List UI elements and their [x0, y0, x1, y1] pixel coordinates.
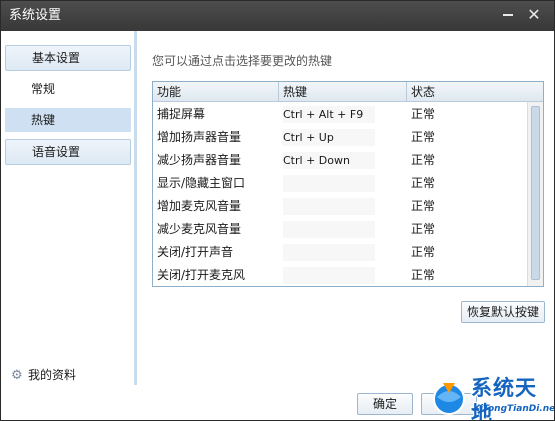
hotkey-field[interactable]: Ctrl + Up — [283, 129, 375, 146]
table-row[interactable]: 关闭/打开麦克风 正常 — [153, 264, 527, 286]
row-status: 正常 — [411, 107, 436, 121]
row-function: 增加扬声器音量 — [157, 130, 242, 144]
column-header-hotkey[interactable]: 热键 — [279, 82, 407, 102]
hotkey-field[interactable] — [283, 221, 375, 238]
row-function: 关闭/打开麦克风 — [157, 268, 246, 282]
hotkey-field[interactable] — [283, 267, 375, 284]
row-hotkey[interactable]: Ctrl + Alt + F9 — [279, 103, 375, 126]
hotkey-field[interactable] — [283, 198, 375, 215]
table-row[interactable]: 减少麦克风音量 正常 — [153, 218, 527, 241]
hint-text: 您可以通过点击选择要更改的热键 — [152, 54, 333, 68]
row-hotkey[interactable] — [279, 218, 375, 241]
row-status: 正常 — [411, 153, 436, 167]
table-row[interactable]: 减少扬声器音量 Ctrl + Down 正常 — [153, 149, 527, 172]
column-header-function[interactable]: 功能 — [153, 82, 279, 102]
table-row[interactable]: 关闭/打开声音 正常 — [153, 241, 527, 264]
table-scrollbar[interactable] — [527, 102, 543, 286]
hotkey-field[interactable] — [283, 175, 375, 192]
minimize-icon — [503, 14, 513, 16]
window-title: 系统设置 — [9, 8, 62, 23]
row-function: 捕捉屏幕 — [157, 107, 206, 121]
hotkey-panel: 您可以通过点击选择要更改的热键 功能 热键 状态 捕捉屏幕 Ctrl + Alt… — [140, 31, 554, 385]
watermark-subtext: XiTongTianDi.net — [473, 404, 555, 414]
row-hotkey[interactable] — [279, 172, 375, 195]
row-hotkey[interactable]: Ctrl + Up — [279, 126, 375, 149]
my-profile-label: 我的资料 — [28, 368, 77, 382]
row-function: 减少麦克风音量 — [157, 222, 242, 236]
sidebar-item-general[interactable]: 常规 — [5, 77, 131, 101]
restore-defaults-button[interactable]: 恢复默认按键 — [461, 301, 545, 323]
column-header-status[interactable]: 状态 — [407, 82, 527, 102]
table-row[interactable]: 增加麦克风音量 正常 — [153, 195, 527, 218]
settings-window: 系统设置 ✕ 基本设置 常规 热键 语音设置 ⚙ 我的资料 您可以通过点击选择要更… — [0, 0, 555, 421]
row-status: 正常 — [411, 130, 436, 144]
table-row[interactable]: 增加扬声器音量 Ctrl + Up 正常 — [153, 126, 527, 149]
row-status: 正常 — [411, 222, 436, 236]
hotkey-table: 功能 热键 状态 捕捉屏幕 Ctrl + Alt + F9 正常 增加扬声器音量… — [152, 81, 544, 287]
sidebar-item-hotkeys[interactable]: 热键 — [5, 108, 131, 132]
watermark-globe-icon — [433, 383, 465, 415]
row-function: 关闭/打开声音 — [157, 245, 234, 259]
row-hotkey[interactable] — [279, 241, 375, 264]
title-bar[interactable]: 系统设置 ✕ — [1, 1, 554, 31]
row-status: 正常 — [411, 176, 436, 190]
row-hotkey[interactable] — [279, 264, 375, 286]
hotkey-field[interactable]: Ctrl + Alt + F9 — [283, 106, 375, 123]
watermark-logo: 系统天地 XiTongTianDi.net — [429, 373, 555, 420]
row-function: 显示/隐藏主窗口 — [157, 176, 246, 190]
scrollbar-thumb[interactable] — [531, 106, 540, 280]
row-hotkey[interactable] — [279, 195, 375, 218]
sidebar-group-voice[interactable]: 语音设置 — [5, 139, 131, 165]
sidebar-group-basic[interactable]: 基本设置 — [5, 45, 131, 71]
gear-icon: ⚙ — [11, 368, 23, 383]
table-row[interactable]: 显示/隐藏主窗口 正常 — [153, 172, 527, 195]
table-header: 功能 热键 状态 — [153, 82, 543, 102]
row-status: 正常 — [411, 268, 436, 282]
hotkey-field[interactable] — [283, 244, 375, 261]
row-function: 减少扬声器音量 — [157, 153, 242, 167]
row-status: 正常 — [411, 199, 436, 213]
sidebar: 基本设置 常规 热键 语音设置 — [1, 31, 137, 385]
ok-button[interactable]: 确定 — [357, 393, 413, 415]
table-row[interactable]: 捕捉屏幕 Ctrl + Alt + F9 正常 — [153, 103, 527, 126]
minimize-button[interactable] — [497, 5, 519, 25]
row-function: 增加麦克风音量 — [157, 199, 242, 213]
row-hotkey[interactable]: Ctrl + Down — [279, 149, 375, 172]
row-status: 正常 — [411, 245, 436, 259]
my-profile-link[interactable]: ⚙ 我的资料 — [11, 367, 76, 383]
hotkey-field[interactable]: Ctrl + Down — [283, 152, 375, 169]
close-icon: ✕ — [527, 5, 541, 24]
close-button[interactable]: ✕ — [523, 5, 545, 25]
